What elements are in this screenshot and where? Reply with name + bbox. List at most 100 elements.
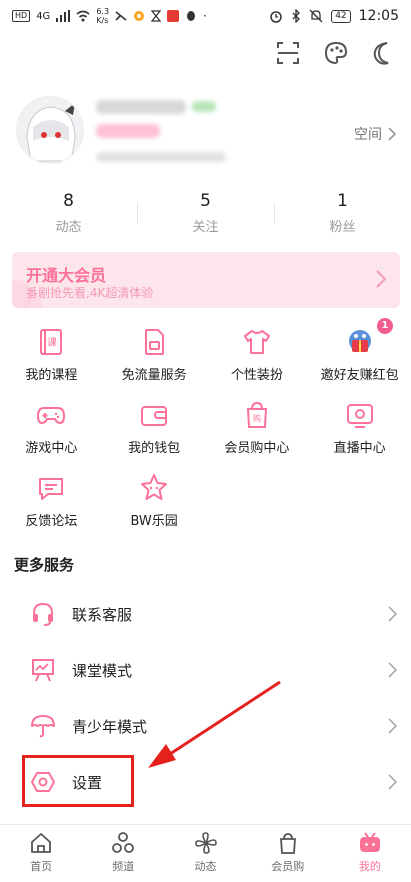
nav-label: 动态 bbox=[194, 860, 217, 873]
star-park-icon bbox=[141, 474, 168, 500]
list-item-customer-service[interactable]: 联系客服 bbox=[0, 586, 411, 642]
signal-icon bbox=[56, 10, 71, 22]
status-left: HD 4G 6.3 K/s · bbox=[12, 7, 207, 25]
profile-header[interactable]: 空间 bbox=[16, 96, 396, 176]
app-notification-icon bbox=[115, 11, 127, 21]
color-wheel-icon bbox=[134, 11, 145, 21]
course-icon: 课 bbox=[40, 329, 63, 355]
speed-value: 6.3 bbox=[96, 7, 110, 16]
speed-indicator: 6.3 K/s bbox=[96, 7, 109, 25]
mute-bell-icon bbox=[309, 9, 323, 23]
chevron-right-icon bbox=[388, 606, 397, 622]
grid-item-dress-up[interactable]: 个性装扮 bbox=[206, 316, 309, 389]
nav-mine[interactable]: 我的 bbox=[329, 825, 411, 882]
gamepad-icon bbox=[37, 407, 66, 425]
qq-icon bbox=[187, 11, 196, 21]
list-item-classroom-mode[interactable]: 课堂模式 bbox=[0, 642, 411, 698]
grid-item-vip-mall[interactable]: 购 会员购中心 bbox=[206, 389, 309, 462]
grid-item-invite-friends[interactable]: 1 邀好友赚红包 bbox=[308, 316, 411, 389]
space-link-label: 空间 bbox=[354, 127, 382, 143]
grid-item-live-center[interactable]: 直播中心 bbox=[308, 389, 411, 462]
headset-icon bbox=[33, 602, 53, 626]
nav-dynamics[interactable]: 动态 bbox=[164, 825, 246, 882]
vip-title: 开通大会员 bbox=[26, 266, 107, 285]
chevron-right-icon bbox=[388, 662, 397, 678]
tshirt-icon bbox=[243, 330, 270, 354]
palette-icon[interactable] bbox=[323, 40, 349, 66]
speed-unit: K/s bbox=[96, 16, 109, 25]
alarm-icon bbox=[270, 11, 282, 23]
vip-banner[interactable]: 开通大会员 番剧抢先看,4K超清体验 bbox=[12, 252, 400, 308]
nav-channel[interactable]: 频道 bbox=[82, 825, 164, 882]
home-icon bbox=[31, 833, 51, 853]
shopping-bag-icon: 购 bbox=[246, 401, 267, 428]
chevron-right-icon bbox=[376, 270, 386, 288]
list-item-label: 课堂模式 bbox=[72, 661, 133, 680]
grid-item-game-center[interactable]: 游戏中心 bbox=[0, 389, 103, 462]
news-app-icon bbox=[167, 10, 180, 22]
avatar-image bbox=[17, 97, 83, 163]
stat-following[interactable]: 5 关注 bbox=[137, 190, 274, 240]
level-badge-blurred bbox=[192, 101, 216, 112]
chevron-right-icon bbox=[388, 718, 397, 734]
grid-item-label: 个性装扮 bbox=[230, 368, 283, 383]
grid-item-free-data[interactable]: 免流量服务 bbox=[103, 316, 206, 389]
avatar[interactable] bbox=[16, 96, 84, 164]
wallet-icon bbox=[141, 406, 168, 426]
grid-item-my-courses[interactable]: 课 我的课程 bbox=[0, 316, 103, 389]
nav-home[interactable]: 首页 bbox=[0, 825, 82, 882]
nav-label: 会员购 bbox=[271, 860, 305, 873]
nav-label: 频道 bbox=[112, 860, 135, 873]
pinwheel-icon bbox=[194, 832, 217, 854]
list-item-teen-mode[interactable]: 青少年模式 bbox=[0, 698, 411, 754]
grid-item-bw-park[interactable]: BW乐园 bbox=[103, 462, 206, 535]
channel-icon bbox=[112, 832, 135, 853]
grid-item-label: 我的课程 bbox=[25, 368, 78, 383]
chevron-right-icon bbox=[388, 774, 397, 790]
nav-label: 首页 bbox=[30, 860, 53, 873]
stat-number: 8 bbox=[63, 191, 74, 211]
stat-label: 关注 bbox=[192, 220, 219, 235]
grid-item-label: BW乐园 bbox=[130, 514, 178, 529]
stat-number: 5 bbox=[200, 191, 211, 211]
hd-indicator: HD bbox=[12, 10, 31, 22]
stat-label: 动态 bbox=[55, 220, 82, 235]
vip-subtitle: 番剧抢先看,4K超清体验 bbox=[26, 286, 154, 300]
umbrella-icon bbox=[31, 715, 55, 738]
grid-item-label: 我的钱包 bbox=[128, 441, 181, 456]
list-item-label: 联系客服 bbox=[72, 605, 133, 624]
stat-fans[interactable]: 1 粉丝 bbox=[274, 190, 411, 240]
bluetooth-icon bbox=[292, 9, 301, 23]
grid-item-wallet[interactable]: 我的钱包 bbox=[103, 389, 206, 462]
notification-badge: 1 bbox=[377, 318, 393, 334]
grid-item-label: 直播中心 bbox=[333, 441, 386, 456]
clock: 12:05 bbox=[358, 8, 399, 24]
stat-label: 粉丝 bbox=[329, 220, 356, 235]
vip-badge-blurred bbox=[96, 124, 160, 138]
space-link[interactable]: 空间 bbox=[354, 124, 396, 144]
service-grid: 课 我的课程 免流量服务 个性装扮 1 邀好友赚红包 游戏中心 我的钱包 购 会… bbox=[0, 316, 411, 535]
battery-indicator: 42 bbox=[331, 9, 351, 23]
stat-dynamics[interactable]: 8 动态 bbox=[0, 190, 137, 240]
grid-item-label: 游戏中心 bbox=[25, 441, 78, 456]
live-tv-icon bbox=[346, 404, 373, 428]
list-item-label: 青少年模式 bbox=[72, 717, 148, 736]
tv-mine-icon bbox=[359, 832, 380, 852]
annotation-highlight-box bbox=[22, 755, 134, 807]
feedback-icon bbox=[39, 478, 64, 500]
hourglass-icon bbox=[151, 10, 162, 22]
wifi-icon bbox=[76, 10, 90, 22]
grid-item-label: 免流量服务 bbox=[121, 368, 187, 383]
scan-icon[interactable] bbox=[275, 40, 301, 66]
grid-item-feedback-forum[interactable]: 反馈论坛 bbox=[0, 462, 103, 535]
svg-text:课: 课 bbox=[47, 337, 57, 349]
nav-vip-shop[interactable]: 会员购 bbox=[247, 825, 329, 882]
coin-info-blurred bbox=[96, 152, 226, 162]
more-services-title: 更多服务 bbox=[14, 556, 75, 574]
stat-number: 1 bbox=[337, 191, 348, 211]
svg-text:购: 购 bbox=[253, 413, 261, 423]
chevron-right-icon bbox=[388, 127, 396, 141]
status-right: 42 12:05 bbox=[269, 8, 399, 24]
moon-icon[interactable] bbox=[371, 40, 397, 66]
status-bar: HD 4G 6.3 K/s · 42 12:05 bbox=[0, 0, 411, 32]
